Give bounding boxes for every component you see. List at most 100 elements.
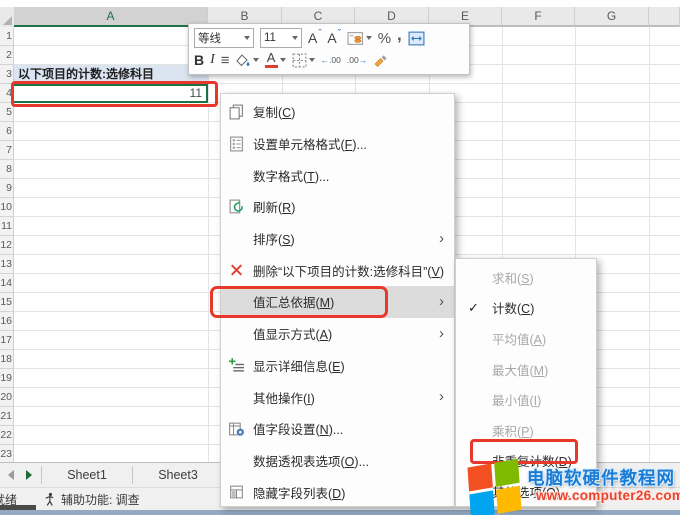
fill-color-icon — [235, 53, 251, 68]
format-painter-button[interactable] — [373, 53, 389, 68]
submenu-arrow-icon: › — [439, 229, 444, 246]
menu-item-label: 删除“以下项目的计数:选修科目”(V) — [253, 261, 444, 280]
font-color-red-bar — [265, 65, 278, 68]
submenu-item-max[interactable]: 最大值(M) — [456, 354, 596, 385]
sheet-tab-sheet1[interactable]: Sheet1 — [42, 463, 132, 487]
menu-item-label: 其他操作(I) — [253, 388, 315, 407]
menu-item-number-format[interactable]: 数字格式(T)... — [221, 159, 454, 191]
menu-item-refresh[interactable]: 刷新(R) — [221, 191, 454, 223]
font-name-select[interactable]: 等线 — [194, 28, 254, 48]
row-header-6[interactable]: 6 — [0, 122, 14, 141]
font-size-select[interactable]: 11 — [260, 28, 302, 48]
column-header-partial[interactable] — [649, 7, 680, 27]
fill-color-button[interactable] — [235, 53, 259, 68]
row-header-16[interactable]: 16 — [0, 312, 14, 331]
row-header-8[interactable]: 8 — [0, 160, 14, 179]
menu-item-format-cells[interactable]: 设置单元格格式(F)... — [221, 128, 454, 160]
submenu-item-more-options[interactable]: 其他选项(O)... — [456, 476, 596, 507]
submenu-item-average[interactable]: 平均值(A) — [456, 323, 596, 354]
row-header-10[interactable]: 10 — [0, 198, 14, 217]
decrease-decimal-button[interactable]: .00→ — [347, 55, 367, 65]
comma-style-button[interactable]: , — [397, 28, 402, 48]
merge-center-button[interactable] — [408, 31, 425, 46]
align-lines-button[interactable]: ≡ — [221, 52, 229, 69]
row-header-21[interactable]: 21 — [0, 407, 14, 426]
row-header-1[interactable]: 1 — [0, 27, 14, 46]
row-header-7[interactable]: 7 — [0, 141, 14, 160]
summarize-values-submenu: 求和(S)✓计数(C)平均值(A)最大值(M)最小值(I)乘积(P)非重复计数(… — [455, 258, 597, 507]
row-header-17[interactable]: 17 — [0, 331, 14, 350]
menu-item-copy[interactable]: 复制(C) — [221, 96, 454, 128]
annotation-rect-distinct-count — [470, 439, 578, 464]
borders-button[interactable] — [292, 53, 315, 68]
menu-item-remove-field[interactable]: 删除“以下项目的计数:选修科目”(V) — [221, 254, 454, 286]
row-header-14[interactable]: 14 — [0, 274, 14, 293]
mini-toolbar-row1: 等线 11 Aˆ Aˇ % , — [194, 27, 464, 49]
row-header-20[interactable]: 20 — [0, 388, 14, 407]
borders-icon — [292, 53, 307, 68]
row-header-23[interactable]: 23 — [0, 445, 14, 462]
menu-item-label: 显示详细信息(E) — [253, 356, 345, 375]
next-sheet-icon[interactable] — [25, 470, 33, 480]
accessibility-person-icon — [43, 492, 56, 507]
submenu-item-sum[interactable]: 求和(S) — [456, 262, 596, 293]
select-all-corner[interactable] — [0, 7, 15, 29]
window-bottom-edge — [0, 510, 680, 515]
grow-font-button[interactable]: Aˆ — [308, 30, 321, 46]
column-header-G[interactable]: G — [575, 7, 649, 27]
format-cells-icon — [228, 135, 245, 152]
menu-item-additional-actions[interactable]: 其他操作(I)› — [221, 381, 454, 413]
font-size-value: 11 — [264, 32, 276, 44]
submenu-item-min[interactable]: 最小值(I) — [456, 384, 596, 415]
accounting-format-button[interactable] — [347, 31, 372, 46]
menu-item-pivottable-options[interactable]: 数据透视表选项(O)... — [221, 445, 454, 477]
menu-item-hide-field-list[interactable]: 隐藏字段列表(D) — [221, 476, 454, 508]
submenu-item-label: 乘积(P) — [492, 421, 534, 440]
menu-item-sort[interactable]: 排序(S)› — [221, 223, 454, 255]
menu-item-value-field-settings[interactable]: 值字段设置(N)... — [221, 413, 454, 445]
increase-decimal-button[interactable]: ←.00 — [321, 55, 341, 65]
menu-item-label: 复制(C) — [253, 102, 295, 121]
shrink-font-button[interactable]: Aˇ — [327, 30, 340, 46]
font-color-button[interactable]: A — [265, 52, 286, 68]
mini-toolbar: 等线 11 Aˆ Aˇ % , — [188, 23, 470, 75]
row-header-15[interactable]: 15 — [0, 293, 14, 312]
row-header-9[interactable]: 9 — [0, 179, 14, 198]
row-header-19[interactable]: 19 — [0, 369, 14, 388]
row-header-22[interactable]: 22 — [0, 426, 14, 445]
chevron-down-icon — [253, 58, 259, 62]
submenu-item-count[interactable]: ✓计数(C) — [456, 293, 596, 324]
row-header-18[interactable]: 18 — [0, 350, 14, 369]
submenu-item-label: 最小值(I) — [492, 390, 541, 409]
excel-window: 1234567891011121314151617181920212223 以下… — [0, 0, 680, 515]
menu-item-show-details[interactable]: 显示详细信息(E) — [221, 350, 454, 382]
select-all-triangle-icon — [3, 16, 12, 25]
accessibility-status[interactable]: 辅助功能: 调查 — [43, 491, 140, 508]
sheet-tab-sheet3[interactable]: Sheet3 — [133, 463, 223, 487]
row-header-13[interactable]: 13 — [0, 255, 14, 274]
submenu-item-label: 其他选项(O)... — [492, 482, 571, 501]
comma-icon: , — [397, 25, 402, 45]
menu-item-label: 值显示方式(A) — [253, 324, 332, 343]
sheet-nav-arrows — [0, 463, 41, 487]
column-header-A[interactable]: A — [14, 7, 208, 27]
row-header-2[interactable]: 2 — [0, 46, 14, 65]
menu-item-label: 数据透视表选项(O)... — [253, 451, 369, 470]
prev-sheet-icon[interactable] — [7, 470, 15, 480]
menu-item-show-values-as[interactable]: 值显示方式(A)› — [221, 318, 454, 350]
bold-button[interactable]: B — [194, 52, 204, 68]
percent-style-button[interactable]: % — [378, 30, 391, 47]
column-header-F[interactable]: F — [502, 7, 575, 27]
row-header-11[interactable]: 11 — [0, 217, 14, 236]
submenu-item-label: 计数(C) — [492, 298, 534, 317]
italic-button[interactable]: I — [210, 52, 215, 68]
top-spacer — [0, 0, 680, 7]
gridline — [649, 27, 650, 462]
font-name-value: 等线 — [198, 30, 221, 46]
submenu-item-label: 最大值(M) — [492, 360, 548, 379]
row-header-12[interactable]: 12 — [0, 236, 14, 255]
sheet-tabs: Sheet1Sheet3 — [42, 463, 224, 487]
delete-x-icon — [228, 262, 245, 279]
format-painter-icon — [373, 53, 389, 68]
menu-item-label: 设置单元格格式(F)... — [253, 134, 367, 153]
